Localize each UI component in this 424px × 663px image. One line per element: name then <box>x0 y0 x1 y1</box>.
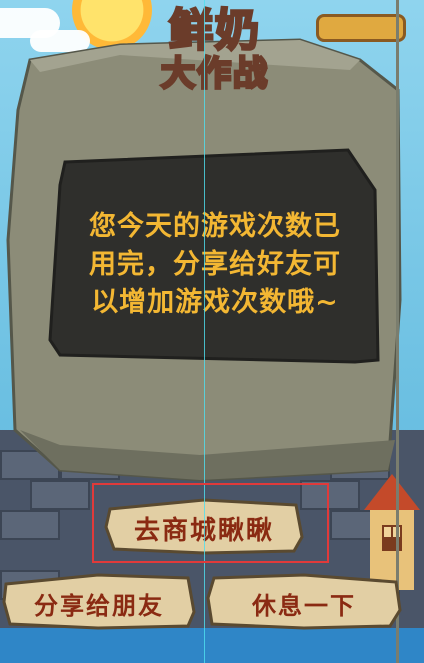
logo-subtitle: 大作战 <box>160 53 269 96</box>
take-a-break-button[interactable]: 休息一下 <box>206 572 402 630</box>
share-to-friends-label: 分享给朋友 <box>34 592 164 620</box>
stone-tablet <box>6 38 402 482</box>
message-line: 用完，分享给好友可 <box>89 249 341 280</box>
selection-outline <box>92 483 329 563</box>
center-guide-line <box>204 0 205 663</box>
play-limit-message: 您今天的游戏次数已 用完，分享给好友可 以增加游戏次数哦~ <box>70 208 360 322</box>
take-a-break-label: 休息一下 <box>252 592 356 620</box>
game-logo: 鲜奶 大作战 <box>120 0 310 96</box>
message-line: 您今天的游戏次数已 <box>89 211 341 242</box>
share-to-friends-button[interactable]: 分享给朋友 <box>2 572 196 630</box>
stone-edge <box>396 0 399 663</box>
message-line: 以增加游戏次数哦~ <box>91 287 339 318</box>
